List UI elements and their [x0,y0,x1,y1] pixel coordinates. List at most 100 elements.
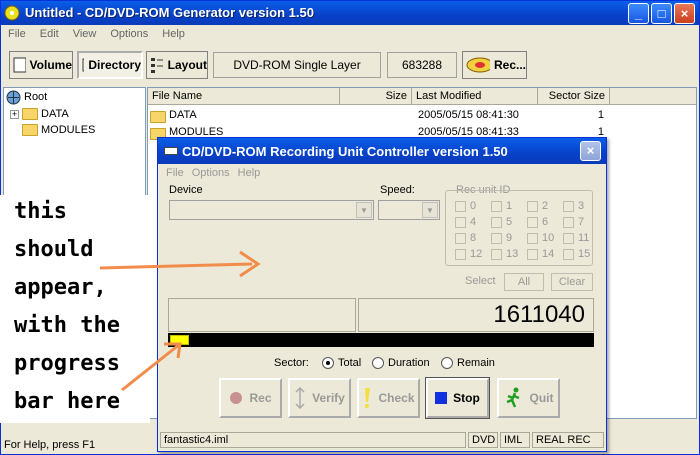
app-icon [4,5,20,21]
rec-unit-checkbox-2[interactable]: 2 [527,200,548,212]
rec-unit-checkbox-4[interactable]: 4 [455,216,476,228]
volume-button[interactable]: Volume [9,51,73,79]
drive-icon [164,147,178,155]
dialog-menu-options[interactable]: Options [188,166,234,180]
verify-button[interactable]: Verify [288,378,351,418]
column-file-name[interactable]: File Name [148,88,340,105]
rec-unit-checkbox-label: 12 [470,248,483,260]
radio-icon [322,357,334,369]
rec-unit-checkbox-3[interactable]: 3 [563,200,584,212]
dialog-close-button[interactable]: × [580,141,601,161]
speed-select[interactable]: ▼ [378,200,440,220]
rec-unit-checkbox-11[interactable]: 11 [563,232,589,244]
checkbox-icon [455,248,466,260]
checkbox-icon [491,216,502,228]
rec-unit-checkbox-9[interactable]: 9 [491,232,512,244]
select-label: Select [465,275,496,287]
checkbox-icon [563,232,574,244]
speed-label: Speed: [380,184,415,196]
device-label: Device [169,184,203,196]
progress-fill [170,335,189,345]
exit-running-icon [506,387,519,408]
rec-button[interactable]: Rec... [462,51,527,79]
rec-unit-checkbox-13[interactable]: 13 [491,248,518,260]
table-row[interactable]: DATA 2005/05/15 08:41:30 1 [148,107,608,124]
checkbox-icon [563,216,574,228]
annotation-line: with the [14,313,120,338]
dialog-menu-bar: File Options Help [162,166,264,180]
rec-unit-checkbox-label: 9 [506,232,513,244]
rec-unit-checkbox-12[interactable]: 12 [455,248,482,260]
radio-remain[interactable]: Remain [441,357,495,369]
checkbox-icon [455,232,466,244]
rec-unit-checkbox-label: 11 [578,232,590,244]
quit-button[interactable]: Quit [497,378,560,418]
checkbox-icon [455,200,466,212]
menu-file[interactable]: File [1,25,33,45]
device-select[interactable]: ▼ [169,200,374,220]
rec-unit-checkbox-label: 4 [470,216,477,228]
radio-total[interactable]: Total [322,357,361,369]
column-last-modified[interactable]: Last Modified [412,88,538,105]
rec-dialog-button[interactable]: Rec [219,378,282,418]
dialog-title-bar[interactable]: CD/DVD-ROM Recording Unit Controller ver… [158,138,606,164]
rec-unit-checkbox-label: 13 [506,248,519,260]
title-bar[interactable]: Untitled - CD/DVD-ROM Generator version … [1,1,699,25]
rec-unit-checkbox-label: 14 [542,248,555,260]
annotation-line: should [14,237,94,262]
record-icon [230,392,243,404]
media-status: DVD [468,432,498,448]
format-status: IML [500,432,530,448]
volume-icon [13,57,26,73]
rec-unit-checkbox-label: 15 [578,248,591,260]
annotation-line: bar here [14,389,120,414]
rec-unit-checkbox-8[interactable]: 8 [455,232,476,244]
verify-icon [295,387,305,409]
rec-unit-checkbox-0[interactable]: 0 [455,200,476,212]
dialog-menu-file[interactable]: File [162,166,188,180]
directory-button[interactable]: Directory [77,51,143,79]
radio-icon [372,357,384,369]
rec-unit-checkbox-15[interactable]: 15 [563,248,590,260]
menu-help[interactable]: Help [155,25,192,45]
tree-item-data[interactable]: + DATA [10,106,69,122]
menu-bar: File Edit View Options Help [1,25,699,45]
close-button[interactable]: × [674,3,695,24]
rec-unit-checkbox-label: 1 [506,200,513,212]
rec-unit-checkbox-5[interactable]: 5 [491,216,512,228]
menu-edit[interactable]: Edit [33,25,66,45]
tree-root[interactable]: Root [6,89,47,105]
rec-unit-checkbox-6[interactable]: 6 [527,216,548,228]
rec-unit-checkbox-label: 5 [506,216,513,228]
checkbox-icon [491,200,502,212]
select-all-button[interactable]: All [504,273,544,291]
menu-options[interactable]: Options [103,25,155,45]
rec-unit-checkbox-7[interactable]: 7 [563,216,584,228]
clear-button[interactable]: Clear [551,273,593,291]
maximize-button[interactable]: □ [651,3,672,24]
rec-unit-checkbox-label: 8 [470,232,477,244]
minimize-button[interactable]: _ [628,3,649,24]
check-button[interactable]: Check [357,378,420,418]
annotation-line: progress [14,351,120,376]
globe-icon [6,90,21,104]
tree-item-modules[interactable]: MODULES [22,122,95,138]
rec-unit-checkbox-1[interactable]: 1 [491,200,512,212]
disc-icon [466,57,490,73]
column-sector-size[interactable]: Sector Size [538,88,610,105]
checkbox-icon [527,248,538,260]
expand-icon[interactable]: + [10,109,19,119]
stop-button[interactable]: Stop [425,377,490,419]
layout-button[interactable]: Layout [146,51,208,79]
radio-duration[interactable]: Duration [372,357,430,369]
current-file-status: fantastic4.iml [160,432,466,448]
rec-unit-checkbox-14[interactable]: 14 [527,248,554,260]
dialog-menu-help[interactable]: Help [234,166,265,180]
menu-view[interactable]: View [66,25,104,45]
sector-count-display: 683288 [387,52,457,78]
column-size[interactable]: Size [340,88,412,105]
rec-unit-checkbox-10[interactable]: 10 [527,232,554,244]
checkbox-icon [491,232,502,244]
window-title: Untitled - CD/DVD-ROM Generator version … [25,5,314,20]
checkbox-icon [527,200,538,212]
